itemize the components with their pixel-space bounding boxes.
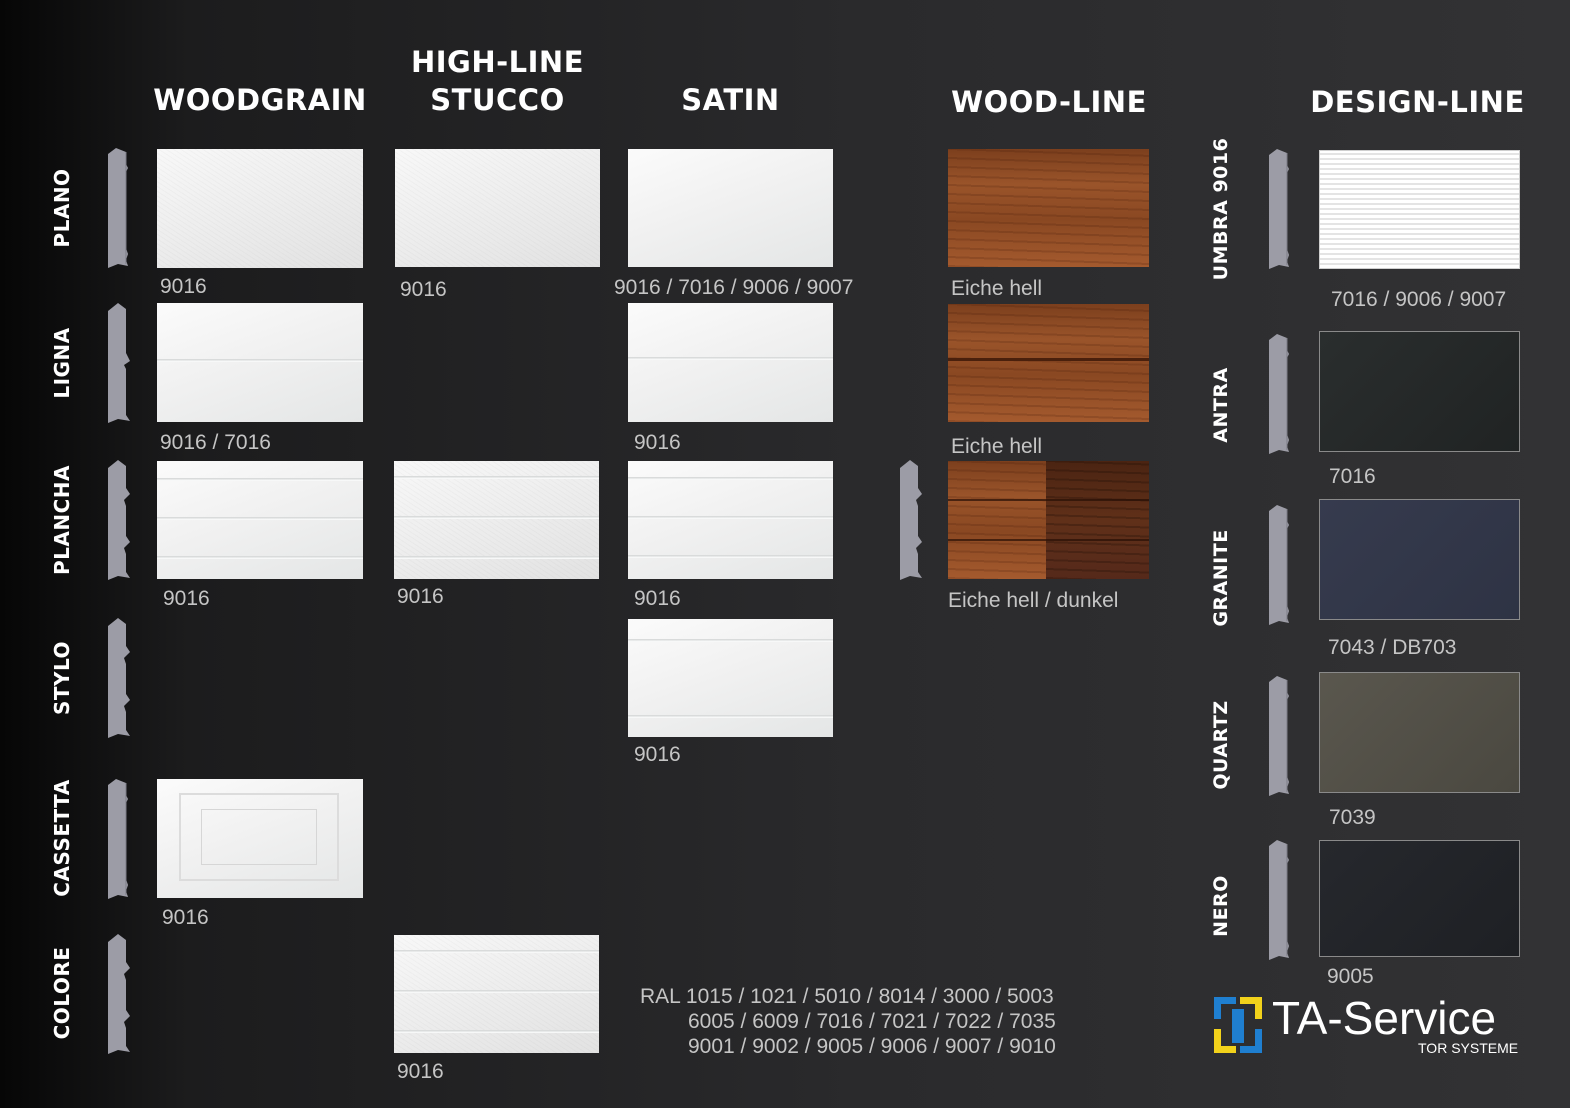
logo: TA-Service TOR SYSTEME: [1212, 995, 1527, 1057]
label-satin-plancha: 9016: [634, 587, 681, 610]
label-high-line-colore: 9016: [397, 1060, 444, 1083]
row-title-colore: COLORE: [50, 946, 74, 1040]
column-title-woodgrain: WOODGRAIN: [153, 83, 367, 117]
design-line-title-umbra: UMBRA 9016: [1210, 137, 1232, 281]
label-satin-stylo: 9016: [634, 743, 681, 766]
swatch-high-line-colore: [394, 935, 599, 1053]
design-line-title-quartz: QUARTZ: [1210, 700, 1232, 790]
column-title-stucco: STUCCO: [430, 83, 565, 117]
label-design-line-granite: 7043 / DB703: [1328, 636, 1457, 659]
swatch-design-line-umbra: [1319, 150, 1520, 269]
row-title-plano: PLANO: [50, 168, 74, 248]
swatch-high-line-plano: [395, 149, 600, 267]
design-line-title-nero: NERO: [1210, 875, 1232, 937]
ral-colors-line-1: RAL 1015 / 1021 / 5010 / 8014 / 3000 / 5…: [640, 985, 1054, 1008]
quartz-profile-icon: [1265, 676, 1291, 796]
logo-name: TA-Service: [1272, 992, 1497, 1044]
umbra-profile-icon: [1265, 149, 1291, 269]
swatch-satin-stylo: [628, 619, 833, 737]
swatch-high-line-plancha: [394, 461, 599, 579]
label-high-line-plancha: 9016: [397, 585, 444, 608]
label-design-line-antra: 7016: [1329, 465, 1376, 488]
label-woodgrain-plano: 9016: [160, 275, 207, 298]
antra-profile-icon: [1265, 334, 1291, 454]
column-title-design-line: DESIGN-LINE: [1310, 85, 1525, 119]
label-design-line-quartz: 7039: [1329, 806, 1376, 829]
column-title-high-line: HIGH-LINE: [410, 45, 585, 79]
label-satin-ligna: 9016: [634, 431, 681, 454]
label-woodgrain-ligna: 9016 / 7016: [160, 431, 271, 454]
swatch-design-line-quartz: [1319, 672, 1520, 793]
nero-profile-icon: [1265, 840, 1291, 960]
label-woodgrain-plancha: 9016: [163, 587, 210, 610]
row-title-plancha: PLANCHA: [50, 464, 74, 576]
label-wood-line-ligna: Eiche hell: [951, 435, 1043, 458]
label-wood-line-plancha: Eiche hell / dunkel: [948, 589, 1119, 612]
swatch-satin-plancha: [628, 461, 833, 579]
swatch-wood-line-plano: [948, 149, 1149, 267]
ta-service-logo-icon: [1214, 997, 1262, 1053]
ligna-profile-icon: [104, 303, 130, 423]
stylo-profile-icon: [104, 618, 130, 738]
swatch-woodgrain-ligna: [157, 303, 363, 422]
plano-profile-icon: [104, 148, 130, 268]
swatch-wood-line-ligna: [948, 304, 1149, 422]
row-title-stylo: STYLO: [50, 640, 74, 716]
label-design-line-nero: 9005: [1327, 965, 1374, 988]
label-satin-plano: 9016 / 7016 / 9006 / 9007: [614, 276, 854, 299]
label-woodgrain-cassetta: 9016: [162, 906, 209, 929]
design-line-title-granite: GRANITE: [1210, 529, 1232, 627]
swatch-woodgrain-plancha: [157, 461, 363, 579]
granite-profile-icon: [1265, 505, 1291, 625]
cassetta-profile-icon: [104, 779, 130, 899]
swatch-design-line-antra: [1319, 331, 1520, 452]
swatch-woodgrain-cassetta: [157, 779, 363, 898]
ral-colors-line-3: 9001 / 9002 / 9005 / 9006 / 9007 / 9010: [688, 1035, 1056, 1058]
label-design-line-umbra: 7016 / 9006 / 9007: [1331, 288, 1507, 311]
swatch-satin-ligna: [628, 303, 833, 422]
design-line-title-antra: ANTRA: [1210, 367, 1232, 443]
label-wood-line-plano: Eiche hell: [951, 277, 1043, 300]
label-high-line-plano: 9016: [400, 278, 447, 301]
row-title-ligna: LIGNA: [50, 327, 74, 399]
swatch-design-line-granite: [1319, 499, 1520, 620]
plancha-profile-icon: [104, 460, 130, 580]
colore-profile-icon: [104, 934, 130, 1054]
row-title-cassetta: CASSETTA: [50, 779, 74, 897]
column-title-satin: SATIN: [681, 83, 780, 117]
swatch-satin-plano: [628, 149, 833, 267]
logo-subtitle: TOR SYSTEME: [1418, 1040, 1519, 1056]
ral-colors-line-2: 6005 / 6009 / 7016 / 7021 / 7022 / 7035: [688, 1010, 1056, 1033]
swatch-wood-line-plancha: [948, 461, 1149, 579]
wood-line-plancha-profile-icon: [896, 460, 922, 580]
swatch-design-line-nero: [1319, 840, 1520, 957]
swatch-woodgrain-plano: [157, 149, 363, 268]
column-title-wood-line: WOOD-LINE: [951, 85, 1147, 119]
